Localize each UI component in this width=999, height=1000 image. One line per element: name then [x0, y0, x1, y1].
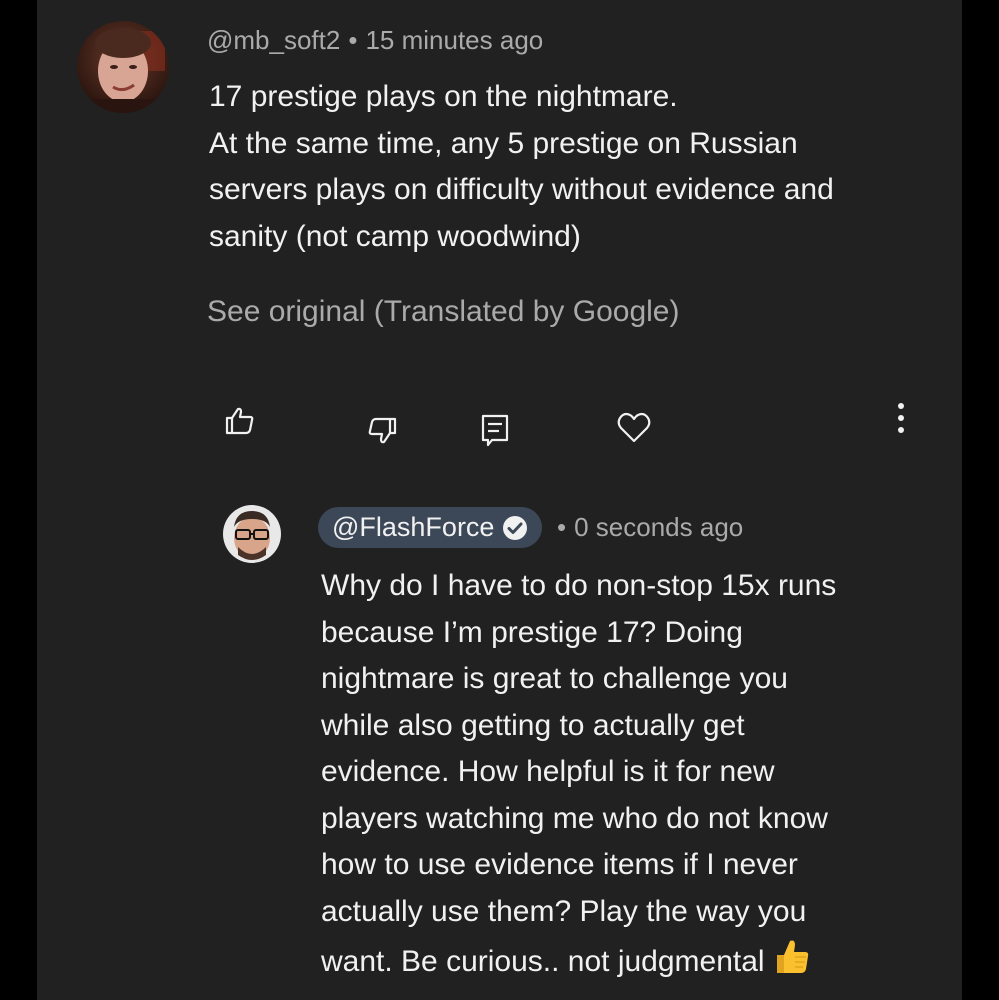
verified-check-icon: [503, 515, 528, 540]
thumbs-up-icon: [225, 407, 254, 435]
meta-separator: •: [348, 25, 358, 55]
comment-username[interactable]: @mb_soft2: [207, 25, 340, 55]
more-options-button[interactable]: [881, 398, 921, 438]
avatar[interactable]: [223, 505, 281, 563]
see-original-link[interactable]: See original (Translated by Google): [207, 291, 679, 333]
dislike-button[interactable]: [362, 410, 402, 450]
comment-body: 17 prestige plays on the nightmare. At t…: [209, 74, 939, 260]
reply-timestamp[interactable]: 0 seconds ago: [574, 512, 743, 542]
comment-timestamp[interactable]: 15 minutes ago: [365, 25, 543, 55]
reply-text-line: because I’m prestige 17? Doing: [321, 615, 743, 649]
meta-separator: •: [557, 512, 567, 542]
reply-text-line: Why do I have to do non-stop 15x runs: [321, 569, 837, 602]
reply-text-line: how to use evidence items if I never: [321, 848, 798, 881]
reply-text-line: while also getting to actually get: [321, 708, 745, 742]
reply-meta: • 0 seconds ago: [557, 509, 743, 545]
avatar-photo-mb-soft2: [77, 21, 169, 113]
reply-username-pill[interactable]: @FlashForce: [318, 507, 543, 548]
heart-button[interactable]: [614, 407, 654, 447]
reply-text-line: players watching me who do not know: [321, 801, 828, 835]
heart-icon: [617, 412, 651, 443]
avatar-photo-flashforce: [223, 505, 281, 563]
reply-icon: [481, 414, 509, 447]
avatar[interactable]: [77, 21, 169, 113]
more-vertical-icon: [898, 403, 904, 433]
thumbs-down-icon: [368, 417, 397, 444]
reply-text-line: actually use them? Play the way you: [321, 894, 807, 928]
reply-text-line: evidence. How helpful is it for new: [321, 755, 775, 788]
reply-button[interactable]: [475, 410, 515, 450]
comment-text-line: servers plays on difficulty without evid…: [209, 173, 834, 206]
comment-text-line: At the same time, any 5 prestige on Russ…: [209, 126, 798, 160]
thumbs-up-emoji-icon: [771, 935, 813, 992]
reply-body: Why do I have to do non-stop 15x runs be…: [321, 563, 941, 992]
comment-meta: @mb_soft2 • 15 minutes ago: [207, 22, 543, 58]
reply-text-line-last: want. Be curious.. not judgmental: [321, 935, 941, 992]
like-button[interactable]: [220, 403, 260, 443]
comment-text-line: sanity (not camp woodwind): [209, 219, 581, 253]
reply-username: @FlashForce: [332, 512, 495, 542]
reply-text-line: want. Be curious.. not judgmental: [321, 945, 765, 978]
comment-text-line: 17 prestige plays on the nightmare.: [209, 80, 678, 113]
reply-text-line: nightmare is great to challenge you: [321, 662, 788, 695]
